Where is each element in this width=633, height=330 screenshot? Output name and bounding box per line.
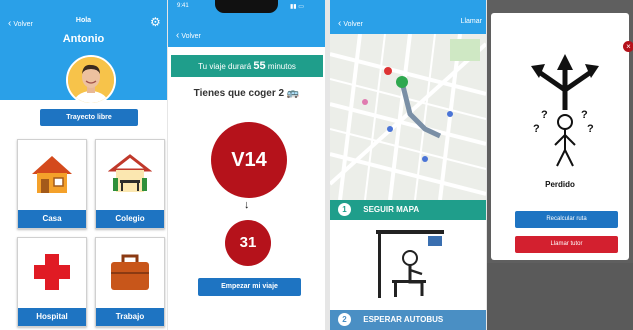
back-button[interactable]: ‹ Volver <box>176 30 201 41</box>
lost-person-pictogram: ? ? ? ? <box>531 54 599 167</box>
tile-label: Hospital <box>18 308 86 326</box>
greeting: Hola <box>75 17 92 24</box>
take-text: Tienes que coger 2 <box>193 88 285 99</box>
duration-suffix: minutos <box>267 62 296 71</box>
free-trip-button[interactable]: Trayecto libre <box>40 109 138 126</box>
back-label: Volver <box>343 21 363 28</box>
svg-text:?: ? <box>587 123 594 135</box>
home-screen: ‹ Volver Hola Antonio ⚙ Trayecto libre Ca… <box>0 0 167 330</box>
status-time: 9:41 <box>177 3 189 9</box>
chevron-left-icon: ‹ <box>338 18 342 29</box>
user-name: Antonio <box>62 33 105 45</box>
svg-text:?: ? <box>581 109 588 121</box>
hospital-cross-icon <box>34 254 70 290</box>
step-label: ESPERAR AUTOBUS <box>363 315 444 324</box>
tile-casa[interactable]: Casa <box>17 139 87 229</box>
dimmed-background <box>487 263 633 330</box>
recalculate-route-button[interactable]: Recalcular ruta <box>515 211 618 228</box>
map-screen: ‹ Volver Llamar 1 SEGUIR MAPA 2 ESPERAR … <box>330 0 486 330</box>
bus-stop-pictogram <box>376 230 444 298</box>
briefcase-icon <box>111 254 149 290</box>
take-buses-text: Tienes que coger 2 🚌 <box>168 88 325 99</box>
tile-label: Casa <box>18 210 86 228</box>
house-icon <box>32 156 72 193</box>
school-icon <box>108 154 152 192</box>
step-label: SEGUIR MAPA <box>363 205 420 214</box>
step-follow-map[interactable]: 1 SEGUIR MAPA <box>330 200 486 220</box>
lost-label: Perdido <box>545 180 575 189</box>
bus-line-badge: V14 <box>211 122 287 198</box>
gear-icon[interactable]: ⚙ <box>150 15 161 29</box>
start-trip-button[interactable]: Empezar mi viaje <box>198 278 301 296</box>
lost-screen: × ? ? ? ? Perdido Recalcular ruta Llamar… <box>487 0 633 330</box>
avatar[interactable] <box>66 55 116 105</box>
trip-screen: 9:41 ▮▮ ▭ ‹ Volver Tu viaje durará 55 min… <box>168 0 325 330</box>
step-number: 1 <box>338 203 351 217</box>
back-label: Volver <box>181 33 201 40</box>
tile-hospital[interactable]: Hospital <box>17 237 87 327</box>
chevron-left-icon: ‹ <box>176 30 180 41</box>
tile-label: Colegio <box>96 210 164 228</box>
step-number: 2 <box>338 313 351 327</box>
tile-colegio[interactable]: Colegio <box>95 139 165 229</box>
bus-line-badge: 31 <box>225 220 271 266</box>
tile-trabajo[interactable]: Trabajo <box>95 237 165 327</box>
call-button[interactable]: Llamar <box>461 18 482 25</box>
duration-prefix: Tu viaje durará <box>198 62 252 71</box>
step-wait-bus[interactable]: 2 ESPERAR AUTOBUS <box>330 310 486 330</box>
trip-duration-banner: Tu viaje durará 55 minutos <box>171 55 323 77</box>
close-icon[interactable]: × <box>623 41 633 52</box>
back-button[interactable]: ‹ Volver <box>338 18 363 29</box>
svg-text:?: ? <box>541 109 548 121</box>
duration-value: 55 <box>253 60 266 72</box>
arrow-down-icon: ↓ <box>244 199 250 211</box>
tile-label: Trabajo <box>96 308 164 326</box>
bus-icon: 🚌 <box>286 88 300 99</box>
svg-text:?: ? <box>533 123 540 135</box>
call-tutor-button[interactable]: Llamar tutor <box>515 236 618 253</box>
signal-battery-icon: ▮▮ ▭ <box>290 4 304 10</box>
phone-notch <box>215 0 278 13</box>
route-map[interactable] <box>330 34 486 200</box>
